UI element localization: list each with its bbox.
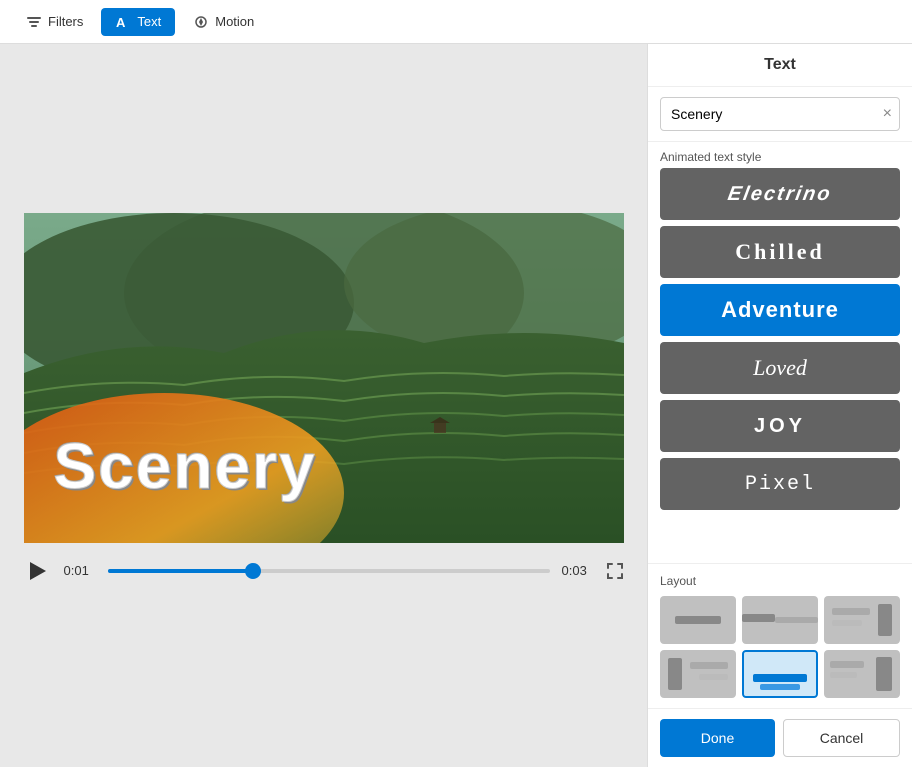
style-item-loved[interactable]: Loved	[660, 342, 900, 394]
layout-label: Layout	[660, 574, 900, 588]
layout-right-bar	[878, 604, 892, 636]
video-controls: 0:01 0:03	[24, 543, 624, 599]
layout-item-4[interactable]	[660, 650, 736, 698]
video-frame: Scenery	[24, 213, 624, 543]
style-pixel-label: Pixel	[745, 473, 815, 496]
svg-text:A: A	[116, 15, 126, 30]
motion-icon	[193, 14, 209, 30]
layout-item-3[interactable]	[824, 596, 900, 644]
style-loved-label: Loved	[753, 355, 807, 381]
layout-small-text2	[830, 672, 857, 678]
style-item-pixel[interactable]: Pixel	[660, 458, 900, 510]
style-item-electrino[interactable]: Electrino	[660, 168, 900, 220]
style-electrino-label: Electrino	[726, 183, 834, 206]
layout-left-bar	[668, 658, 682, 690]
style-adventure-label: Adventure	[721, 297, 839, 323]
total-time: 0:03	[562, 563, 594, 578]
layout-small-text1	[830, 661, 864, 668]
layout-item-5[interactable]	[742, 650, 818, 698]
layout-left-text2	[832, 620, 862, 626]
motion-button[interactable]: Motion	[179, 8, 268, 36]
progress-fill	[108, 569, 254, 573]
style-item-chilled[interactable]: Chilled	[660, 226, 900, 278]
style-list: Electrino Chilled Adventure Loved JOY Pi…	[648, 168, 912, 563]
filters-button[interactable]: Filters	[12, 8, 97, 36]
layout-item-2[interactable]	[742, 596, 818, 644]
current-time: 0:01	[64, 563, 96, 578]
style-item-adventure[interactable]: Adventure	[660, 284, 900, 336]
layout-bottom-bar2-active	[760, 684, 800, 690]
text-icon: A	[115, 14, 131, 30]
layout-bar-bottom	[775, 617, 818, 623]
layout-bottom-bar-active	[753, 674, 807, 682]
motion-label: Motion	[215, 14, 254, 29]
layout-center-bar-1	[675, 616, 721, 624]
layout-item-6[interactable]	[824, 650, 900, 698]
fullscreen-icon	[606, 562, 624, 580]
filters-label: Filters	[48, 14, 83, 29]
style-joy-label: JOY	[754, 415, 806, 438]
layout-vertical-bar	[876, 657, 892, 691]
panel-title: Text	[648, 44, 912, 87]
main-content: Scenery 0:01 0:03	[0, 44, 912, 767]
video-panel: Scenery 0:01 0:03	[0, 44, 647, 767]
layout-right-text2	[699, 674, 728, 680]
style-chilled-label: Chilled	[735, 239, 824, 265]
video-text-overlay: Scenery	[54, 429, 317, 503]
animated-style-label: Animated text style	[648, 142, 912, 168]
right-panel: Text × Animated text style Electrino Chi…	[647, 44, 912, 767]
layout-item-1[interactable]	[660, 596, 736, 644]
layout-bar-top	[742, 614, 775, 622]
progress-thumb[interactable]	[245, 563, 261, 579]
layout-grid	[660, 596, 900, 698]
layout-right-text	[690, 662, 728, 669]
bottom-buttons: Done Cancel	[648, 708, 912, 767]
play-icon	[30, 562, 46, 580]
toolbar: Filters A Text Motion	[0, 0, 912, 44]
search-box: ×	[648, 87, 912, 142]
video-container: Scenery 0:01 0:03	[24, 213, 624, 599]
done-button[interactable]: Done	[660, 719, 775, 757]
search-input[interactable]	[660, 97, 900, 131]
layout-left-text	[832, 608, 870, 615]
text-label: Text	[137, 14, 161, 29]
fullscreen-button[interactable]	[606, 562, 624, 580]
cancel-button[interactable]: Cancel	[783, 719, 900, 757]
search-clear-button[interactable]: ×	[883, 105, 892, 123]
progress-bar[interactable]	[108, 569, 550, 573]
style-item-joy[interactable]: JOY	[660, 400, 900, 452]
filters-icon	[26, 14, 42, 30]
play-button[interactable]	[24, 557, 52, 585]
text-button[interactable]: A Text	[101, 8, 175, 36]
layout-section: Layout	[648, 563, 912, 708]
